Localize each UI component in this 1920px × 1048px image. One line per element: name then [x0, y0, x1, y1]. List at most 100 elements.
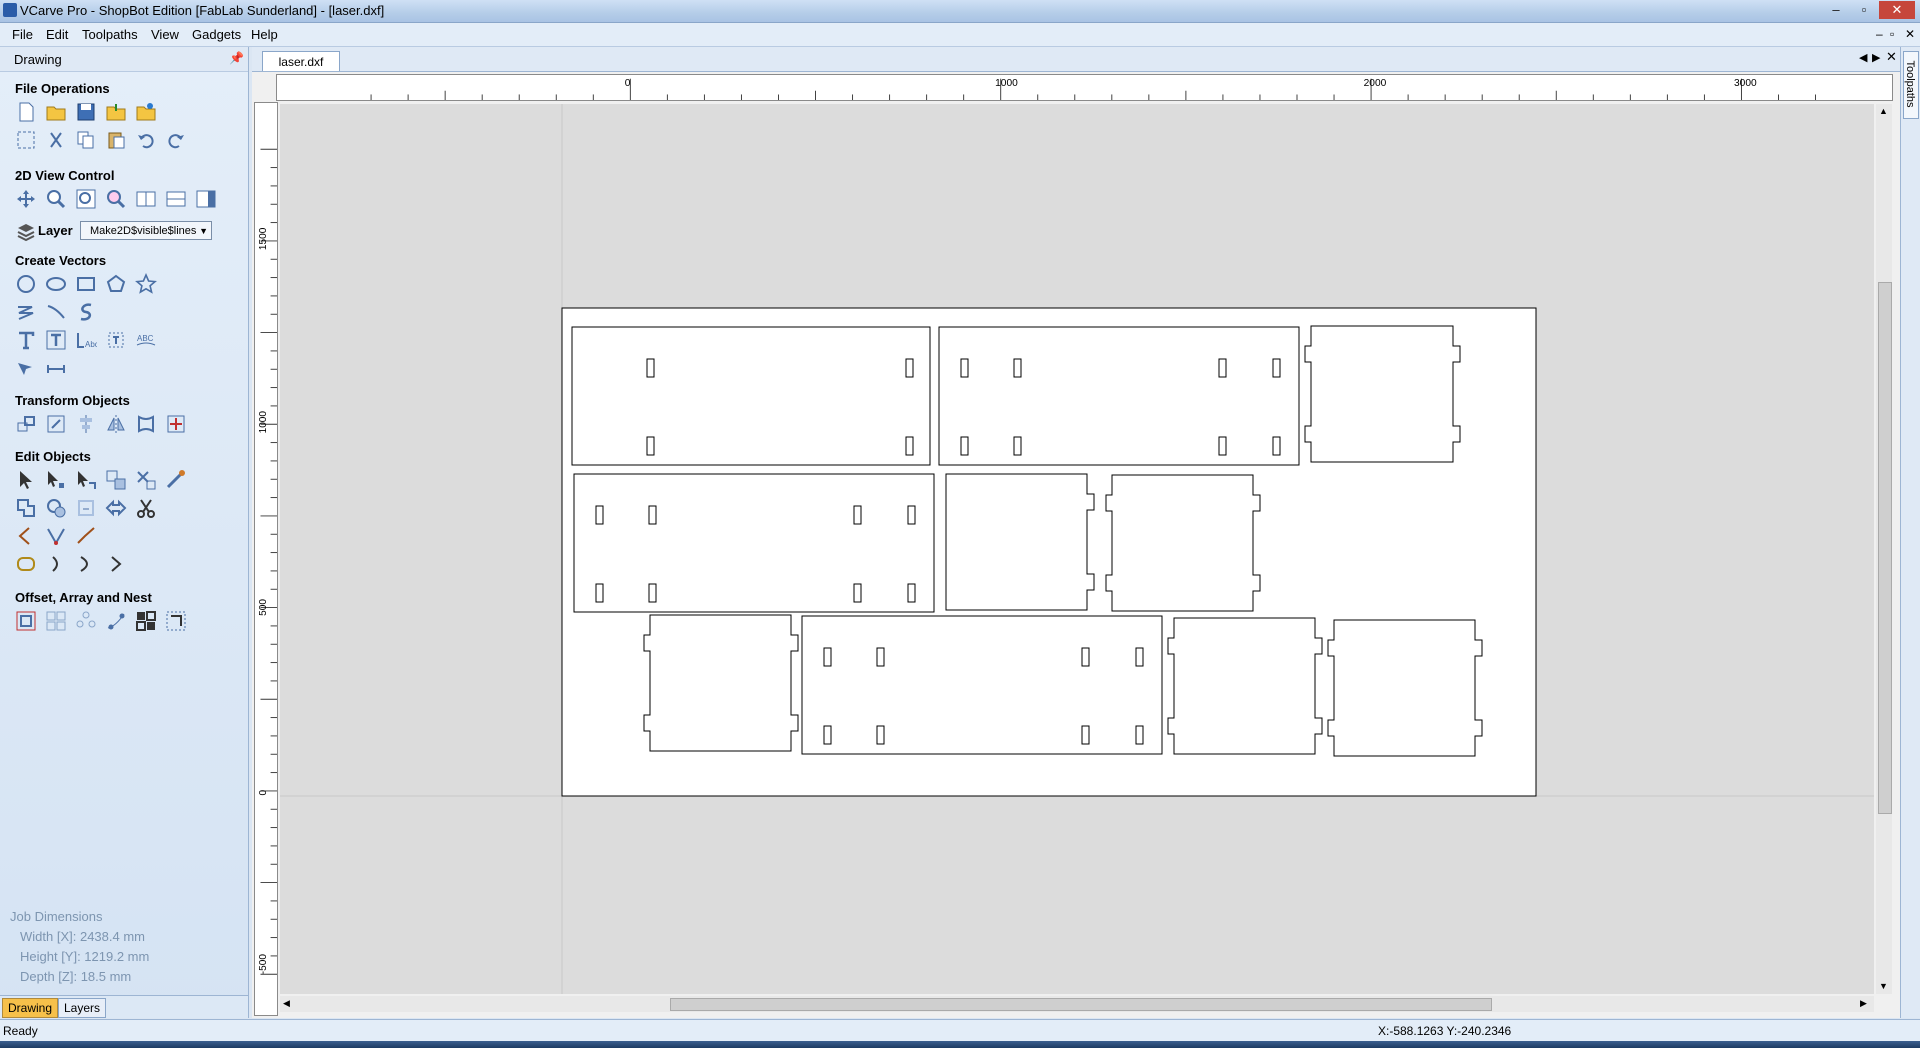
auto-layout-text-icon[interactable]: Abc [75, 329, 99, 351]
mdi-minimize-button[interactable]: – [1876, 27, 1883, 41]
circle-icon[interactable] [15, 273, 37, 295]
block-copy-icon[interactable] [45, 610, 67, 632]
scroll-left-icon[interactable]: ◀ [283, 998, 290, 1009]
layer-dropdown[interactable]: Make2D$visible$lines ▼ [80, 221, 212, 240]
offset-icon[interactable] [15, 610, 37, 632]
star-icon[interactable] [135, 272, 157, 295]
delete-selection-icon[interactable] [135, 469, 157, 491]
text-on-curve-icon[interactable] [45, 329, 67, 351]
tab-toolpaths[interactable]: Toolpaths [1903, 51, 1919, 119]
open-file-icon[interactable] [45, 101, 67, 123]
close-vector-icon[interactable] [15, 553, 37, 575]
circular-copy-icon[interactable] [75, 610, 97, 632]
tab-scroll-left-icon[interactable]: ◀ [1859, 51, 1867, 64]
scroll-right-icon[interactable]: ▶ [1860, 998, 1867, 1009]
cut-icon[interactable] [45, 129, 67, 151]
tab-layers[interactable]: Layers [58, 998, 107, 1018]
tab-scroll-right-icon[interactable]: ▶ [1872, 51, 1880, 64]
scissors-icon[interactable] [135, 497, 157, 519]
subtract-icon[interactable] [45, 497, 67, 519]
view-toggle-icon[interactable] [195, 188, 217, 210]
line-icon[interactable] [45, 301, 67, 323]
measure-icon[interactable] [165, 469, 187, 491]
maximize-button[interactable]: ▫ [1851, 1, 1877, 19]
zoom-selected-icon[interactable] [105, 188, 127, 210]
distort-icon[interactable] [135, 413, 157, 435]
horizontal-scrollbar[interactable]: ◀ ▶ [280, 996, 1874, 1012]
pin-icon[interactable]: 📌 [229, 51, 244, 65]
save-icon[interactable] [75, 101, 97, 123]
minimize-button[interactable]: – [1823, 1, 1849, 19]
smooth-icon[interactable] [75, 525, 97, 547]
vertical-scrollbar[interactable]: ▲ ▼ [1876, 104, 1892, 994]
import-bitmap-icon[interactable] [135, 101, 157, 123]
status-text: Ready [3, 1024, 38, 1038]
move-icon[interactable] [15, 413, 37, 435]
trim-vector-icon[interactable] [75, 553, 97, 575]
os-taskbar [0, 1041, 1920, 1048]
weld-icon[interactable] [15, 497, 37, 519]
scroll-down-icon[interactable]: ▼ [1879, 981, 1888, 991]
copy-along-vector-icon[interactable] [105, 610, 127, 632]
adjust-spacing-icon[interactable] [105, 329, 127, 351]
curve-fit-icon[interactable] [45, 525, 67, 547]
job-setup-icon[interactable] [15, 129, 37, 151]
split-view-icon[interactable] [135, 188, 157, 210]
horizontal-view-icon[interactable] [165, 188, 187, 210]
zoom-extents-icon[interactable] [75, 188, 97, 210]
copy-icon[interactable] [75, 129, 97, 151]
undo-icon[interactable] [135, 129, 157, 151]
interactive-select-icon[interactable] [105, 469, 127, 491]
job-height: Height [Y]: 1219.2 mm [20, 949, 150, 964]
panel-title: Drawing [14, 52, 62, 67]
polygon-icon[interactable] [105, 273, 127, 295]
job-width: Width [X]: 2438.4 mm [20, 929, 145, 944]
zoom-icon[interactable] [45, 188, 67, 210]
polyline-icon[interactable] [15, 301, 37, 323]
pan-icon[interactable] [15, 188, 37, 210]
drawing-canvas[interactable] [280, 104, 1874, 994]
horizontal-scroll-thumb[interactable] [670, 998, 1492, 1011]
redo-icon[interactable] [165, 129, 187, 151]
menu-gadgets[interactable]: Gadgets [192, 27, 241, 42]
select-icon[interactable] [15, 469, 37, 491]
set-position-icon[interactable] [165, 413, 187, 435]
extend-vector-icon[interactable] [45, 553, 67, 575]
fillet-icon[interactable] [105, 497, 127, 519]
text-icon[interactable] [15, 329, 37, 351]
node-edit-icon[interactable] [45, 469, 67, 491]
text-arc-icon[interactable]: ABC [135, 329, 157, 351]
menu-edit[interactable]: Edit [46, 27, 68, 42]
rectangle-icon[interactable] [75, 273, 97, 295]
vertical-scroll-thumb[interactable] [1878, 282, 1892, 814]
menu-file[interactable]: File [12, 27, 33, 42]
transform-select-icon[interactable] [75, 469, 97, 491]
mirror-icon[interactable] [105, 413, 127, 435]
ellipse-icon[interactable] [45, 273, 67, 295]
align-icon[interactable] [75, 413, 97, 435]
new-file-icon[interactable] [15, 101, 37, 123]
document-tab-laser[interactable]: laser.dxf [262, 51, 340, 71]
trace-bitmap-icon[interactable] [15, 357, 37, 379]
menu-help[interactable]: Help [251, 27, 278, 42]
nesting-icon[interactable] [135, 610, 157, 632]
panel-tabs: Drawing Layers [0, 995, 248, 1018]
paste-icon[interactable] [105, 129, 127, 151]
curve-icon[interactable] [75, 301, 97, 323]
import-icon[interactable] [105, 101, 127, 123]
scroll-up-icon[interactable]: ▲ [1879, 106, 1888, 116]
tab-drawing[interactable]: Drawing [2, 998, 59, 1018]
tab-vector-icon[interactable] [105, 553, 127, 575]
dimension-icon[interactable] [45, 357, 67, 379]
menu-view[interactable]: View [151, 27, 179, 42]
menu-toolpaths[interactable]: Toolpaths [82, 27, 138, 42]
drawing-view: 0 1000 2000 3000 1500 1000 500 0 -500 ▲ … [252, 72, 1900, 1018]
close-button[interactable]: ✕ [1879, 1, 1915, 19]
scale-icon[interactable] [45, 413, 67, 435]
nest-parts-icon[interactable] [165, 610, 187, 632]
mdi-restore-button[interactable]: ▫ [1890, 27, 1894, 41]
tab-close-icon[interactable]: ✕ [1886, 49, 1897, 65]
intersect-icon[interactable] [75, 497, 97, 519]
join-open-vectors-icon[interactable] [15, 525, 37, 547]
mdi-close-button[interactable]: ✕ [1905, 27, 1915, 41]
